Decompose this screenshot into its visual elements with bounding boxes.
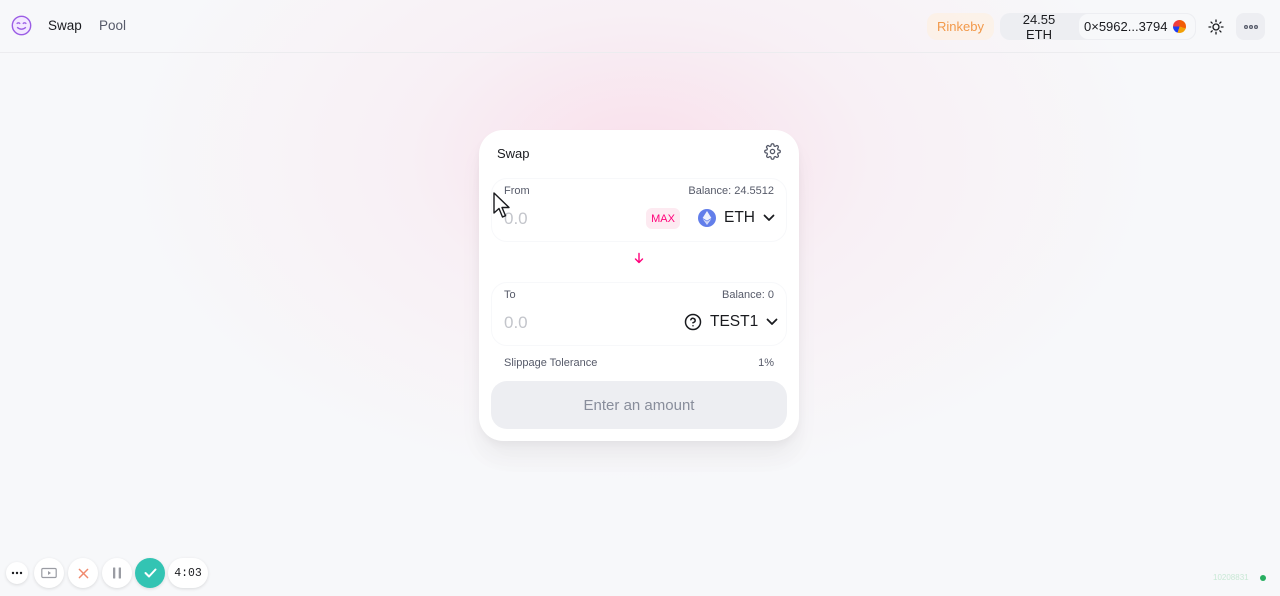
recording-timer: 4:03 — [168, 558, 208, 588]
from-token-select[interactable]: ETH — [690, 205, 783, 231]
swap-card: Swap From Balance: 24.5512 MAX ETH — [479, 130, 799, 441]
top-header: Swap Pool Rinkeby 24.55 ETH 0×5962...379… — [0, 0, 1280, 53]
wallet-address-button[interactable]: 0×5962...3794 — [1078, 13, 1196, 40]
ellipsis-icon — [11, 571, 23, 575]
account-status[interactable]: 24.55 ETH 0×5962...3794 — [1000, 11, 1196, 42]
to-label: To — [504, 289, 516, 301]
recorder-pause-button[interactable] — [102, 558, 132, 588]
eth-balance: 24.55 ETH — [1022, 11, 1056, 42]
ethereum-icon — [698, 209, 716, 227]
identicon-icon — [1172, 20, 1186, 33]
from-currency-panel: From Balance: 24.5512 MAX ETH — [491, 178, 787, 242]
to-token-symbol: TEST1 — [710, 313, 759, 330]
close-icon — [78, 568, 88, 578]
nav-swap-link[interactable]: Swap — [48, 18, 82, 33]
chevron-down-icon — [763, 214, 775, 221]
recorder-cancel-button[interactable] — [68, 558, 98, 588]
wallet-address: 0×5962...3794 — [1084, 19, 1168, 34]
slippage-label: Slippage Tolerance — [504, 357, 598, 369]
arrow-down-icon[interactable] — [633, 252, 645, 264]
to-token-select[interactable]: TEST1 — [676, 309, 787, 335]
recorder-more-button[interactable] — [6, 562, 28, 584]
sun-icon — [1207, 18, 1224, 35]
from-balance: Balance: 24.5512 — [688, 185, 774, 197]
to-amount-input[interactable] — [504, 311, 624, 335]
slippage-value: 1% — [758, 357, 774, 369]
nav-pool-link[interactable]: Pool — [99, 18, 126, 33]
more-menu-button[interactable] — [1236, 13, 1265, 40]
app-page: Swap Pool Rinkeby 24.55 ETH 0×5962...379… — [0, 0, 1280, 596]
chevron-down-icon — [766, 318, 778, 325]
swap-title: Swap — [497, 146, 530, 161]
question-circle-icon — [684, 313, 702, 331]
to-balance: Balance: 0 — [722, 289, 774, 301]
block-number[interactable]: 10208831 — [1213, 573, 1249, 582]
pause-icon — [113, 567, 121, 579]
mouse-cursor-icon — [493, 192, 510, 218]
block-status-dot — [1260, 575, 1266, 581]
recorder-finish-button[interactable] — [135, 558, 165, 588]
to-currency-panel: To Balance: 0 TEST1 — [491, 282, 787, 346]
check-icon — [144, 568, 156, 578]
ellipsis-icon — [1243, 24, 1258, 29]
enter-amount-button[interactable]: Enter an amount — [491, 381, 787, 429]
from-amount-input[interactable] — [504, 207, 624, 231]
gear-icon[interactable] — [764, 143, 781, 160]
from-token-symbol: ETH — [724, 209, 755, 226]
network-badge: Rinkeby — [927, 13, 994, 40]
unicorn-logo-icon[interactable] — [11, 15, 32, 36]
camera-icon — [41, 567, 57, 579]
recorder-camera-button[interactable] — [34, 558, 64, 588]
max-button[interactable]: MAX — [646, 208, 680, 229]
theme-toggle-button[interactable] — [1201, 13, 1230, 40]
